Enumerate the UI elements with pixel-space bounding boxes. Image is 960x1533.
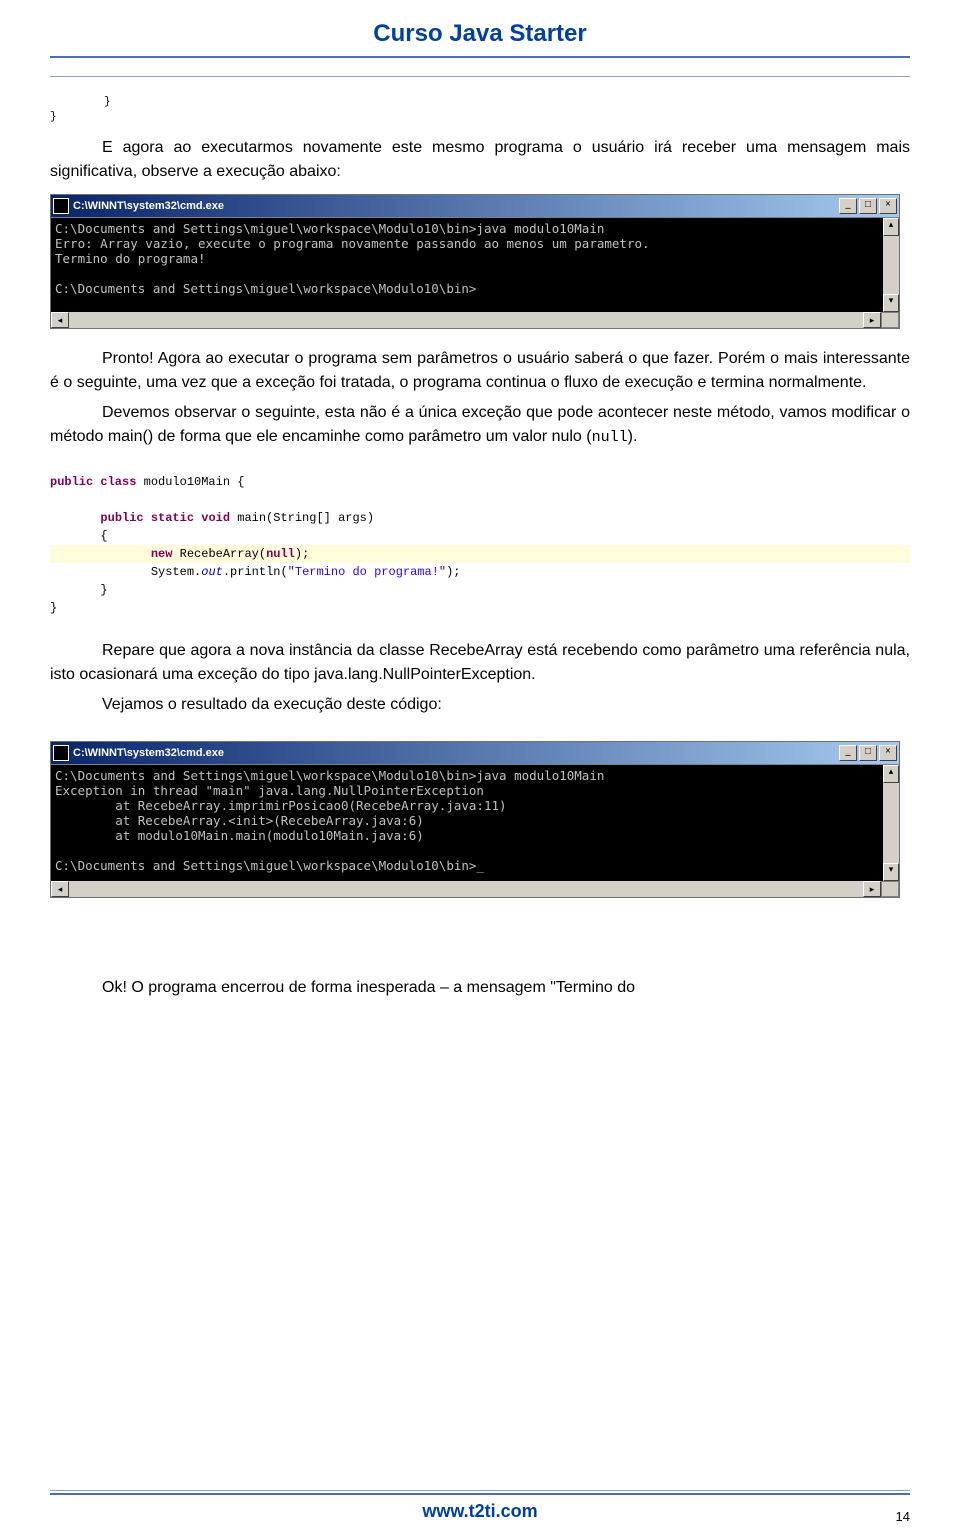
scroll-right-icon[interactable]: ▸ [863, 881, 881, 897]
cmd1-titlebar: C:\WINNT\system32\cmd.exe _ □ × [51, 195, 899, 217]
scroll-left-icon[interactable]: ◂ [51, 312, 69, 328]
sizegrip-icon [881, 881, 899, 897]
scroll-right-icon[interactable]: ▸ [863, 312, 881, 328]
header-rule-top [50, 56, 910, 58]
cmd2-output: C:\Documents and Settings\miguel\workspa… [51, 765, 883, 881]
brace-2: } [50, 110, 910, 125]
close-button[interactable]: × [879, 745, 897, 761]
cmd1-title-text: C:\WINNT\system32\cmd.exe [73, 200, 839, 212]
maximize-button[interactable]: □ [859, 198, 877, 214]
scroll-left-icon[interactable]: ◂ [51, 881, 69, 897]
cmd2-titlebar: C:\WINNT\system32\cmd.exe _ □ × [51, 742, 899, 764]
cmd1-hscroll[interactable]: ◂ ▸ [51, 312, 899, 328]
paragraph-3: Devemos observar o seguinte, esta não é … [50, 401, 910, 450]
scroll-up-icon[interactable]: ▴ [883, 218, 899, 236]
minimize-button[interactable]: _ [839, 198, 857, 214]
closing-braces: } } [104, 95, 910, 126]
scroll-up-icon[interactable]: ▴ [883, 765, 899, 783]
scroll-down-icon[interactable]: ▾ [883, 294, 899, 312]
brace-1: } [104, 95, 910, 110]
cmd-window-2: C:\WINNT\system32\cmd.exe _ □ × C:\Docum… [50, 741, 900, 898]
cmd-icon [53, 745, 69, 761]
page-number: 14 [896, 1509, 910, 1524]
java-code-block: public class modulo10Main { public stati… [50, 473, 910, 617]
scroll-down-icon[interactable]: ▾ [883, 863, 899, 881]
maximize-button[interactable]: □ [859, 745, 877, 761]
cmd2-vscroll[interactable]: ▴ ▾ [883, 765, 899, 881]
page-footer: www.t2ti.com [0, 1490, 960, 1522]
header-rule-bottom [50, 76, 910, 77]
page-header-title: Curso Java Starter [50, 20, 910, 48]
cmd-window-1: C:\WINNT\system32\cmd.exe _ □ × C:\Docum… [50, 194, 900, 329]
minimize-button[interactable]: _ [839, 745, 857, 761]
close-button[interactable]: × [879, 198, 897, 214]
footer-rule-top [50, 1490, 910, 1491]
footer-rule-bottom [50, 1493, 910, 1495]
paragraph-4: Repare que agora a nova instância da cla… [50, 639, 910, 687]
paragraph-5: Vejamos o resultado da execução deste có… [50, 693, 910, 717]
footer-url: www.t2ti.com [422, 1501, 537, 1521]
cmd2-hscroll[interactable]: ◂ ▸ [51, 881, 899, 897]
cmd-icon [53, 198, 69, 214]
sizegrip-icon [881, 312, 899, 328]
paragraph-1: E agora ao executarmos novamente este me… [50, 136, 910, 184]
paragraph-6: Ok! O programa encerrou de forma inesper… [50, 976, 910, 1000]
cmd2-title-text: C:\WINNT\system32\cmd.exe [73, 747, 839, 759]
cmd1-output: C:\Documents and Settings\miguel\workspa… [51, 218, 883, 312]
null-literal: null [592, 429, 628, 446]
cmd1-vscroll[interactable]: ▴ ▾ [883, 218, 899, 312]
paragraph-2: Pronto! Agora ao executar o programa sem… [50, 347, 910, 395]
